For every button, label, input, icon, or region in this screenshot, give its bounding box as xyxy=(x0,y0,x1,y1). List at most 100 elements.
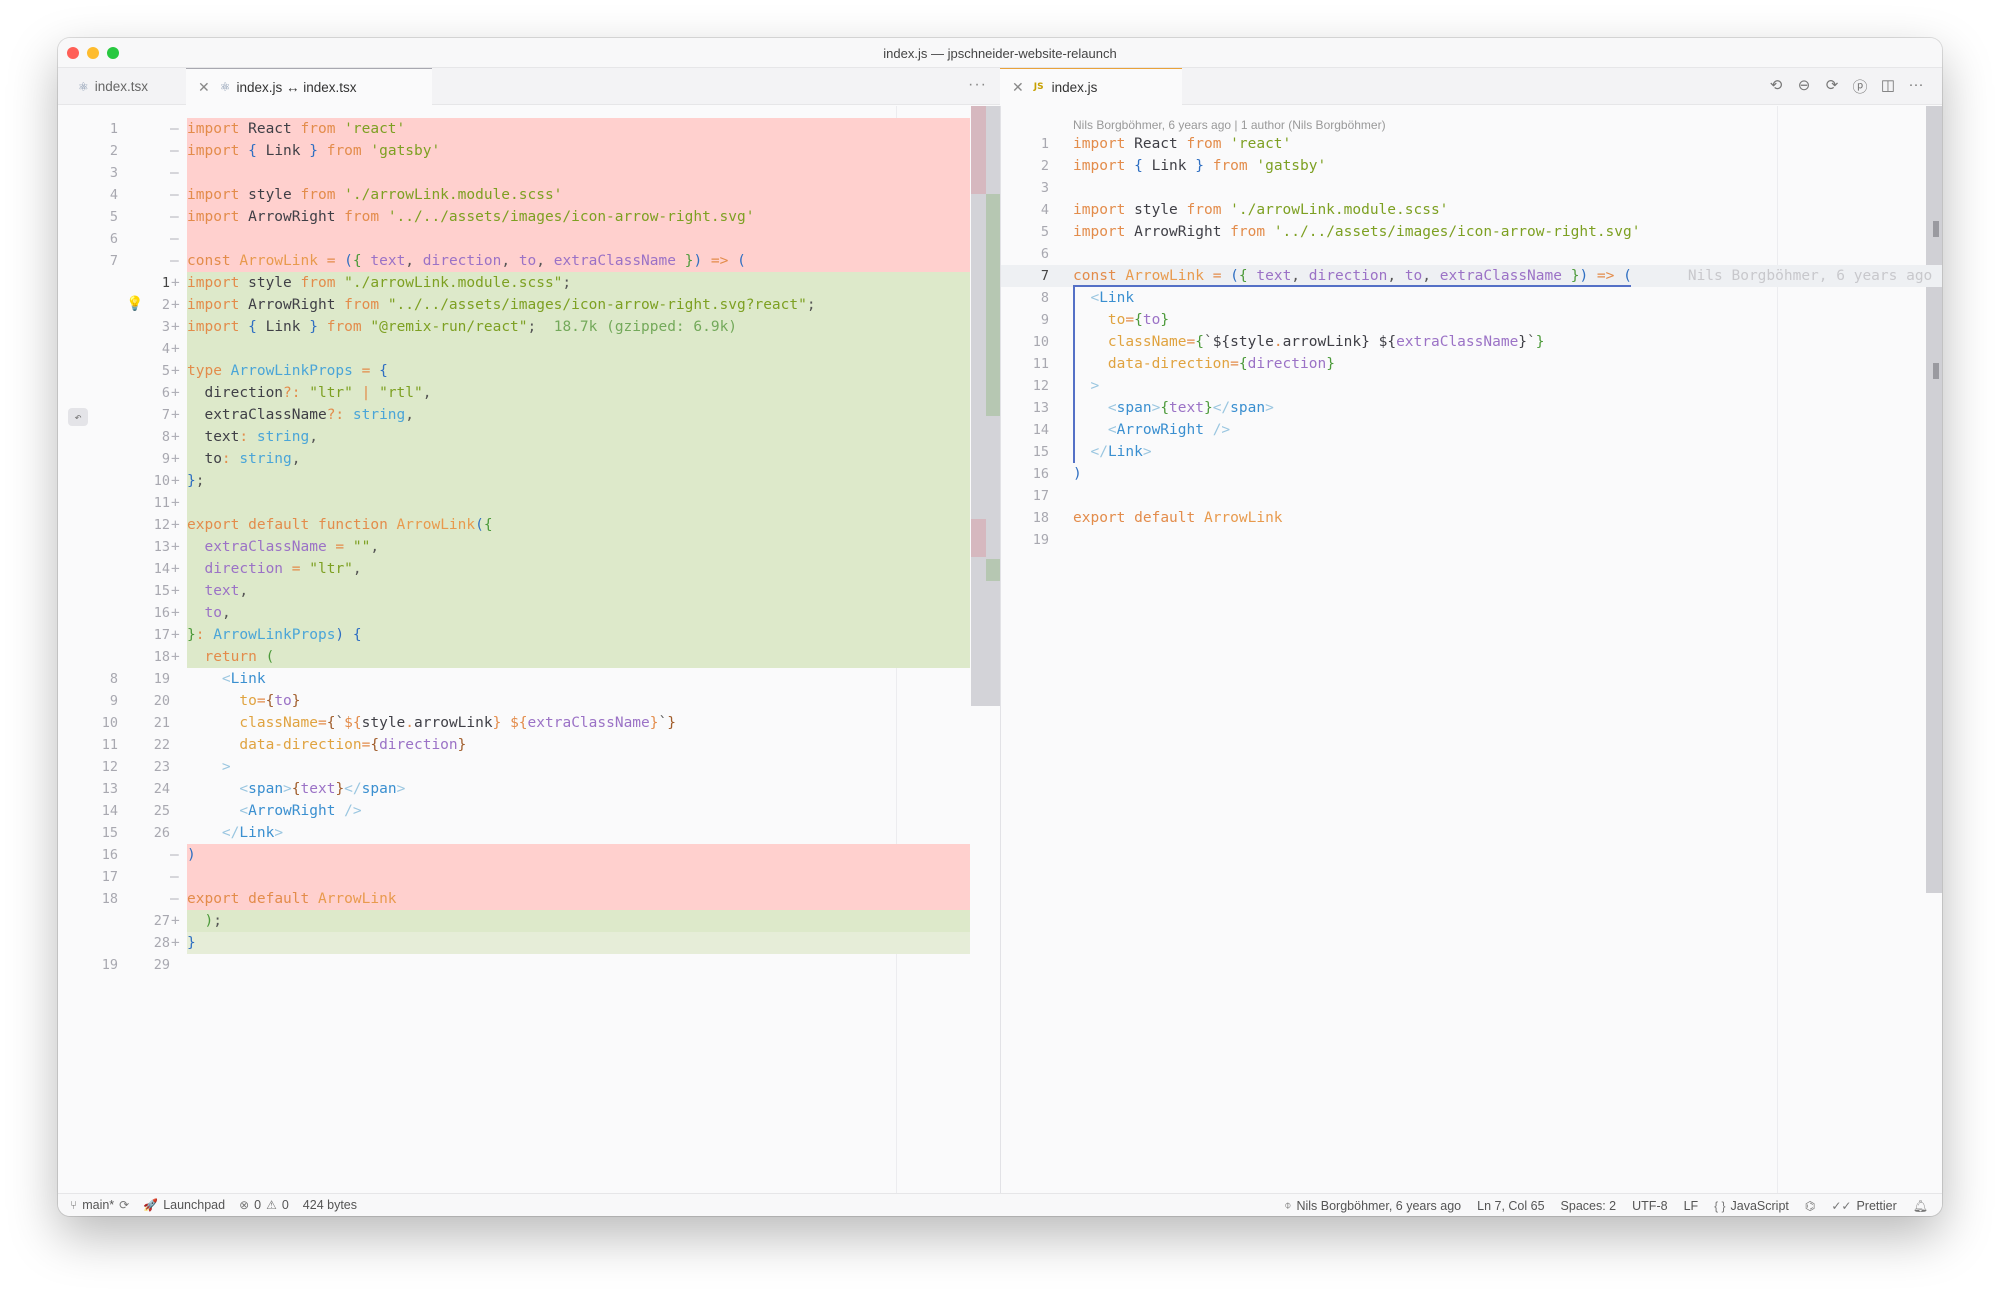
language-mode[interactable]: { } JavaScript xyxy=(1714,1199,1789,1213)
close-icon[interactable]: ✕ xyxy=(1012,79,1024,96)
code-line[interactable]: className={`${style.arrowLink} ${extraCl… xyxy=(187,712,970,734)
code-line[interactable]: const ArrowLink = ({ text, direction, to… xyxy=(187,250,970,272)
code-line[interactable]: text, xyxy=(187,580,970,602)
more-actions-icon[interactable]: ··· xyxy=(1908,76,1924,97)
diff-line-add[interactable]: 5 + type ArrowLinkProps = { xyxy=(58,360,1000,382)
diff-line-add[interactable]: 4 + xyxy=(58,338,1000,360)
editor-line[interactable]: 9 to={to} xyxy=(1001,309,1942,331)
diff-line-ctx[interactable]: 8 19 <Link xyxy=(58,668,1000,690)
diff-line-add[interactable]: 6 + direction?: "ltr" | "rtl", xyxy=(58,382,1000,404)
problems-indicator[interactable]: ⊗ 0 ⚠ 0 xyxy=(239,1198,289,1212)
diff-line-del[interactable]: 5 — import ArrowRight from '../../assets/i… xyxy=(58,206,1000,228)
diff-line-ctx[interactable]: 15 26 </Link> xyxy=(58,822,1000,844)
notifications-button[interactable]: 🔔︎ xyxy=(1913,1199,1928,1213)
code-line[interactable] xyxy=(187,228,970,250)
code-line[interactable]: direction?: "ltr" | "rtl", xyxy=(187,382,970,404)
diff-line-add[interactable]: 9 + to: string, xyxy=(58,448,1000,470)
diff-line-ctx[interactable]: 9 20 to={to} xyxy=(58,690,1000,712)
editor-line[interactable]: 2 import { Link } from 'gatsby' xyxy=(1001,155,1942,177)
editor-line[interactable]: 3 xyxy=(1001,177,1942,199)
code-line[interactable]: const ArrowLink = ({ text, direction, to… xyxy=(1073,265,1932,287)
editor-line[interactable]: 17 xyxy=(1001,485,1942,507)
diff-line-del[interactable]: 18 — export default ArrowLink xyxy=(58,888,1000,910)
editor-line[interactable]: 4 import style from './arrowLink.module.s… xyxy=(1001,199,1942,221)
code-line[interactable]: type ArrowLinkProps = { xyxy=(187,360,970,382)
editor-line[interactable]: 5 import ArrowRight from '../../assets/im… xyxy=(1001,221,1942,243)
diff-line-add[interactable]: 10 +}; xyxy=(58,470,1000,492)
editor-line[interactable]: 14 <ArrowRight /> xyxy=(1001,419,1942,441)
code-line[interactable]: import style from './arrowLink.module.sc… xyxy=(187,184,970,206)
launchpad-button[interactable]: 🚀 Launchpad xyxy=(143,1198,225,1212)
code-line[interactable]: import React from 'react' xyxy=(187,118,970,140)
editor-line[interactable]: 1 import React from 'react' xyxy=(1001,133,1942,155)
code-line[interactable]: }; xyxy=(187,470,970,492)
editor-line[interactable]: 15 </Link> xyxy=(1001,441,1942,463)
diff-line-add[interactable]: 11 + xyxy=(58,492,1000,514)
code-line[interactable] xyxy=(187,954,970,976)
editor-line[interactable]: 18 export default ArrowLink xyxy=(1001,507,1942,529)
diff-line-add[interactable]: 3 + import { Link } from "@remix-run/react… xyxy=(58,316,1000,338)
code-line[interactable]: className={`${style.arrowLink} ${extraCl… xyxy=(1073,331,1545,353)
code-line[interactable]: to={to} xyxy=(187,690,970,712)
diff-line-add[interactable]: 8 + text: string, xyxy=(58,426,1000,448)
blame-header[interactable]: Nils Borgböhmer, 6 years ago | 1 author … xyxy=(1073,118,1386,132)
code-line[interactable]: data-direction={direction} xyxy=(1073,353,1335,375)
code-line[interactable]: to, xyxy=(187,602,970,624)
diff-line-del[interactable]: 3— xyxy=(58,162,1000,184)
diff-line-del[interactable]: 6— xyxy=(58,228,1000,250)
code-line[interactable]: extraClassName?: string, xyxy=(187,404,970,426)
code-line[interactable]: import style from "./arrowLink.module.sc… xyxy=(187,272,970,294)
code-line[interactable]: return ( xyxy=(187,646,970,668)
editor-line[interactable]: 6 xyxy=(1001,243,1942,265)
diff-line-ctx[interactable]: 14 25 <ArrowRight /> xyxy=(58,800,1000,822)
tab-diff-index[interactable]: ✕ ⚛ index.js ↔ index.tsx xyxy=(186,68,432,105)
blame-status[interactable]: ⌽ Nils Borgböhmer, 6 years ago xyxy=(1284,1198,1461,1213)
close-icon[interactable]: ✕ xyxy=(198,79,210,96)
diff-line-ctx[interactable]: 19 29 xyxy=(58,954,1000,976)
code-line[interactable]: <Link xyxy=(1073,287,1134,309)
diff-line-del[interactable]: 1 — import React from 'react' xyxy=(58,118,1000,140)
code-line[interactable]: ) xyxy=(187,844,970,866)
code-line[interactable]: import { Link } from 'gatsby' xyxy=(187,140,970,162)
diff-line-add[interactable]: 14 + direction = "ltr", xyxy=(58,558,1000,580)
code-line[interactable]: <Link xyxy=(187,668,970,690)
diff-line-ctx[interactable]: 12 23 > xyxy=(58,756,1000,778)
code-line[interactable]: > xyxy=(1073,375,1099,397)
tab-index-tsx[interactable]: ⚛ index.tsx xyxy=(66,68,160,105)
editor-line[interactable]: 10 className={`${style.arrowLink} ${extr… xyxy=(1001,331,1942,353)
branch-indicator[interactable]: ⑂ main* ⟳ xyxy=(70,1198,129,1212)
editor-line[interactable]: 13 <span>{text}</span> xyxy=(1001,397,1942,419)
editor-line[interactable]: 8 <Link xyxy=(1001,287,1942,309)
diff-line-del[interactable]: 16 —) xyxy=(58,844,1000,866)
code-line[interactable]: import { Link } from "@remix-run/react";… xyxy=(187,316,970,338)
code-line[interactable]: <span>{text}</span> xyxy=(187,778,970,800)
split-editor-icon[interactable]: ◫ xyxy=(1880,76,1896,97)
code-line[interactable]: export default ArrowLink xyxy=(1073,507,1283,529)
code-line[interactable]: > xyxy=(187,756,970,778)
code-line[interactable]: <ArrowRight /> xyxy=(1073,419,1230,441)
editor-line[interactable]: 12 > xyxy=(1001,375,1942,397)
code-line[interactable]: direction = "ltr", xyxy=(187,558,970,580)
diff-line-add[interactable]: 7 + extraClassName?: string, xyxy=(58,404,1000,426)
code-line[interactable]: to={to} xyxy=(1073,309,1169,331)
diff-line-add[interactable]: 13 + extraClassName = "", xyxy=(58,536,1000,558)
code-line[interactable]: }: ArrowLinkProps) { xyxy=(187,624,970,646)
diff-line-del[interactable]: 17 — xyxy=(58,866,1000,888)
code-line[interactable]: extraClassName = "", xyxy=(187,536,970,558)
diff-line-add[interactable]: 17 +}: ArrowLinkProps) { xyxy=(58,624,1000,646)
editor-line[interactable]: 19 xyxy=(1001,529,1942,551)
diff-line-add[interactable]: 27 + ); xyxy=(58,910,1000,932)
encoding[interactable]: UTF-8 xyxy=(1632,1199,1667,1213)
diff-line-add[interactable]: 15 + text, xyxy=(58,580,1000,602)
code-line[interactable]: data-direction={direction} xyxy=(187,734,970,756)
editor-line[interactable]: 11 data-direction={direction} xyxy=(1001,353,1942,375)
diff-line-ctx[interactable]: 11 22 data-direction={direction} xyxy=(58,734,1000,756)
diff-line-ctx[interactable]: 10 21 className={`${style.arrowLink} ${ex… xyxy=(58,712,1000,734)
copilot-status[interactable]: ⌬ xyxy=(1805,1199,1815,1213)
diff-editor[interactable]: 💡 ↶ 1— import React from 'react' 2— import … xyxy=(58,106,1001,1193)
code-line[interactable]: </Link> xyxy=(187,822,970,844)
tab-index-js[interactable]: ✕ JS index.js xyxy=(1000,68,1182,105)
more-actions-icon[interactable]: ··· xyxy=(968,76,987,94)
code-line[interactable]: to: string, xyxy=(187,448,970,470)
git-graph-icon[interactable]: ⓟ xyxy=(1852,76,1868,97)
